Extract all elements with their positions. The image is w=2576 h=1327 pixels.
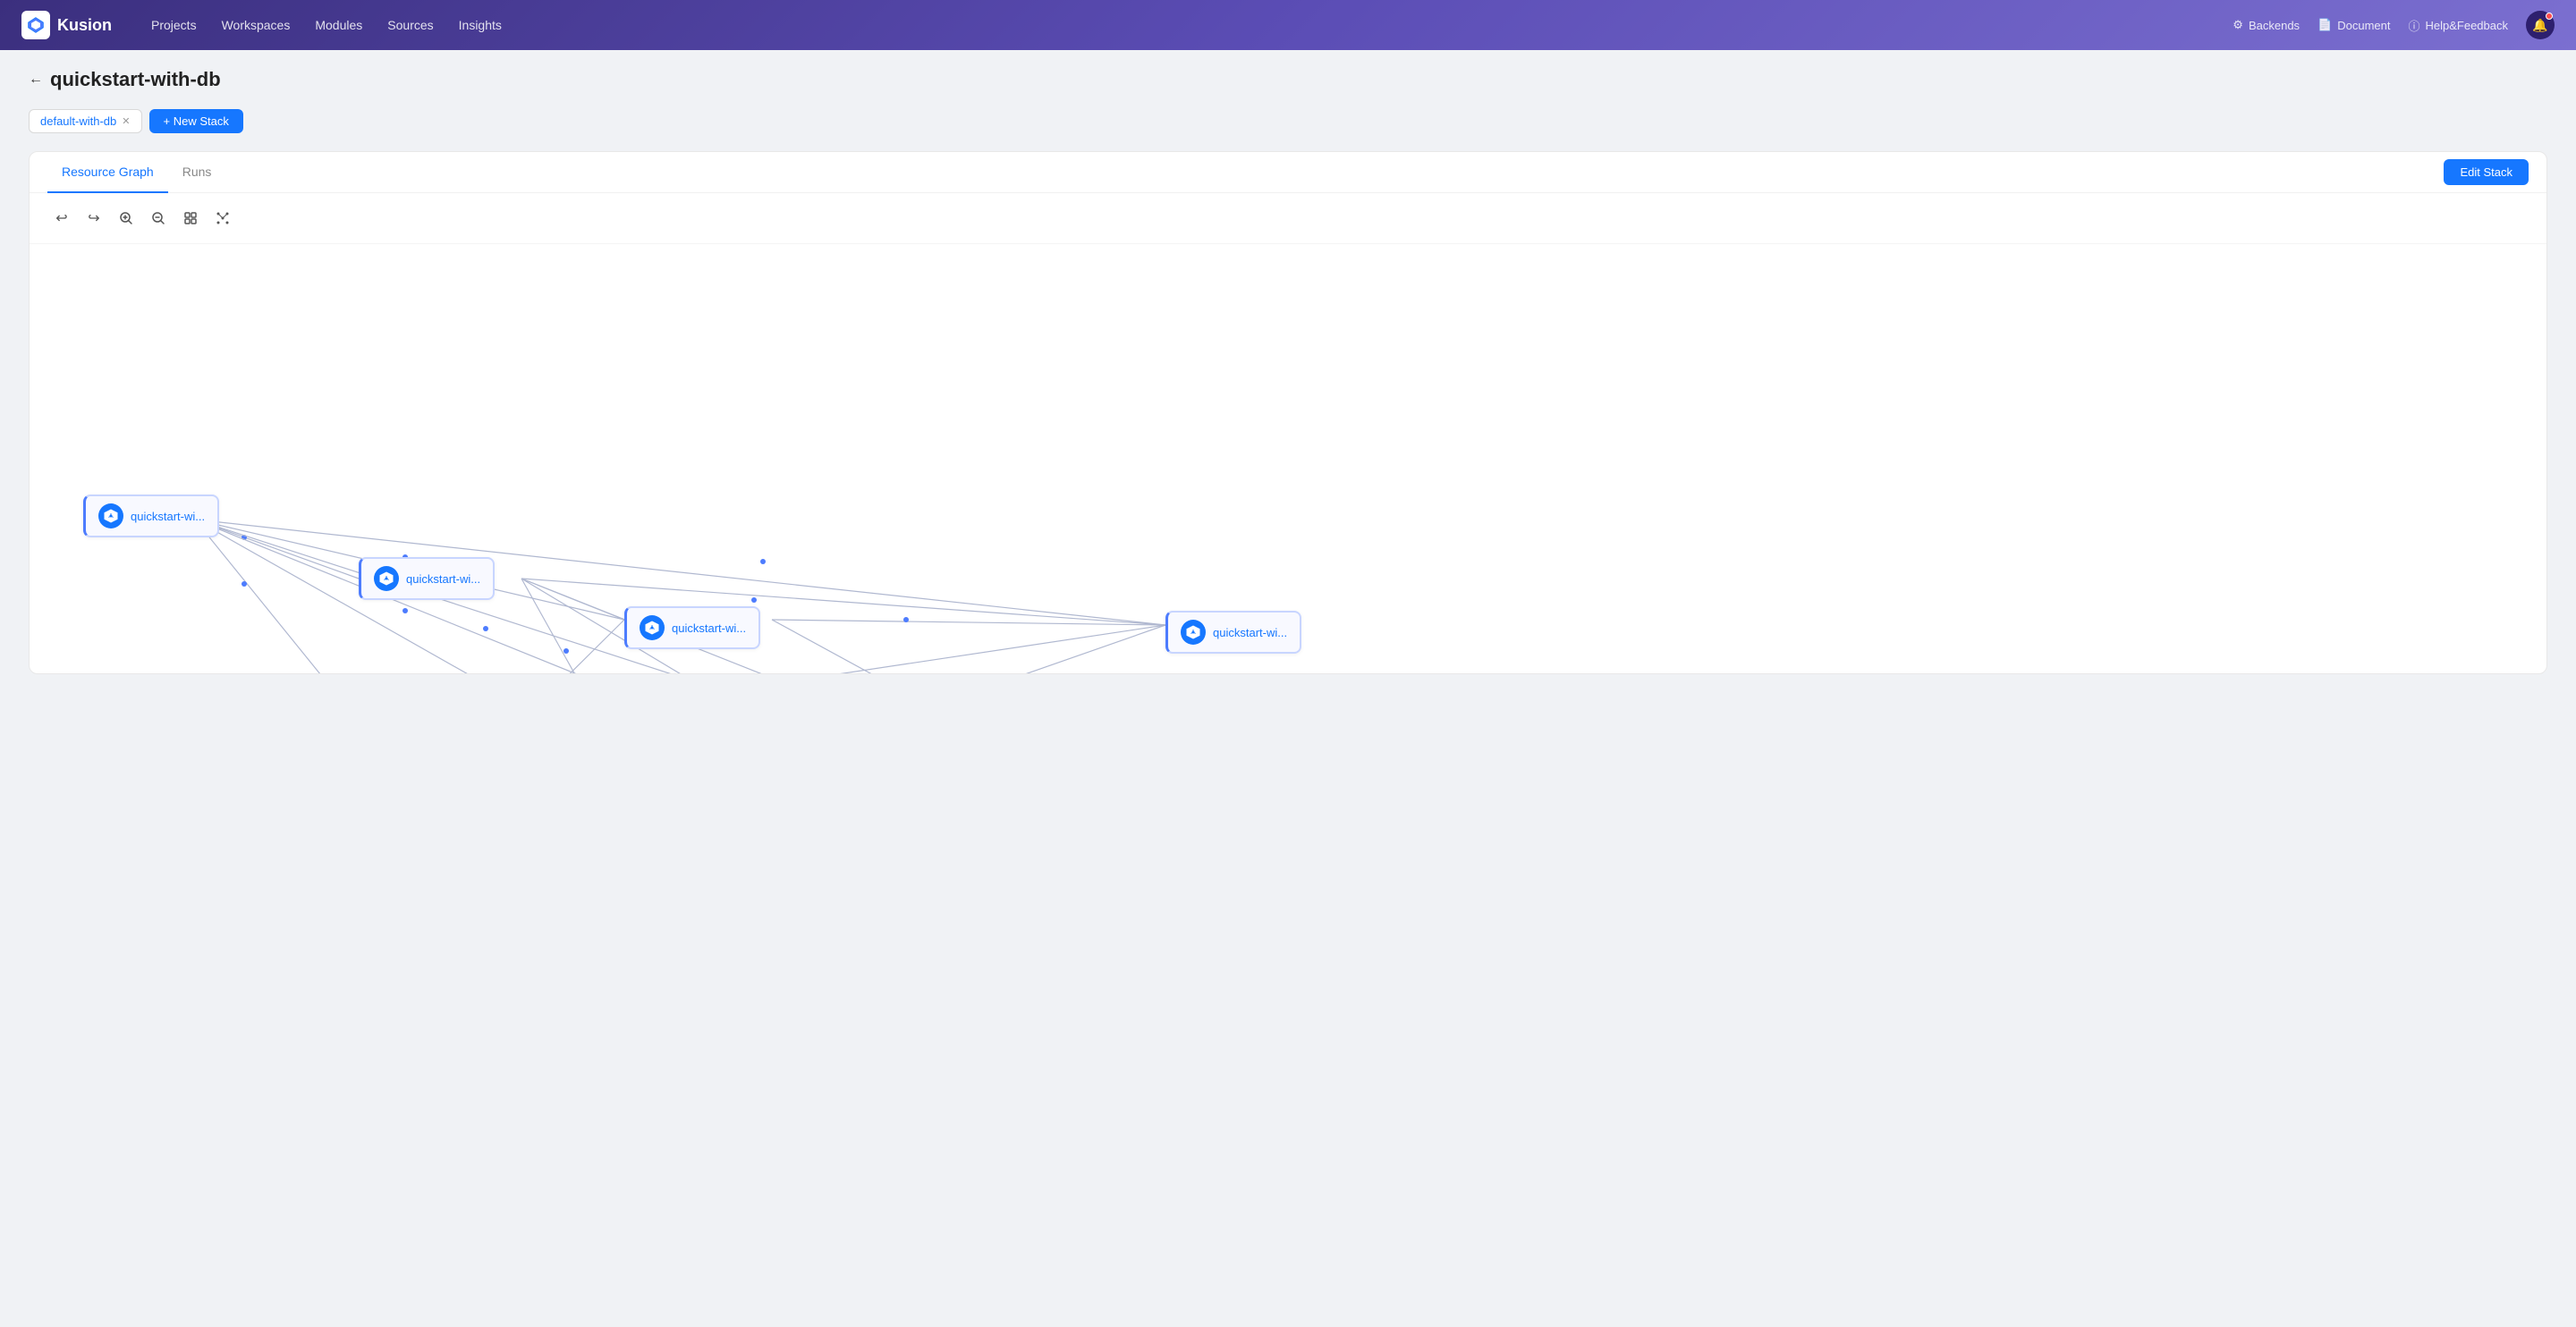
- nav-projects[interactable]: Projects: [140, 13, 208, 38]
- zoom-out-button[interactable]: [144, 204, 173, 232]
- k8s-icon-2: [374, 566, 399, 591]
- node-2[interactable]: quickstart-wi...: [359, 557, 495, 600]
- tab-runs[interactable]: Runs: [168, 152, 226, 193]
- graph-tabs: Resource Graph Runs: [47, 152, 225, 192]
- undo-button[interactable]: ↩: [47, 204, 76, 232]
- back-button[interactable]: ←: [29, 72, 43, 88]
- layout-button[interactable]: [208, 204, 237, 232]
- backends-label: Backends: [2249, 19, 2300, 32]
- help-icon: ⓘ: [2408, 17, 2419, 34]
- logo-diamond: [21, 11, 50, 39]
- logo-link[interactable]: Kusion: [21, 11, 112, 39]
- help-label: Help&Feedback: [2426, 19, 2509, 32]
- new-stack-button[interactable]: + New Stack: [149, 109, 243, 133]
- document-icon: 📄: [2318, 18, 2332, 32]
- node-7-label: quickstart-wi...: [1213, 626, 1287, 639]
- zoom-in-button[interactable]: [112, 204, 140, 232]
- stack-tab-close[interactable]: ✕: [122, 115, 130, 127]
- stack-tab-label: default-with-db: [40, 114, 116, 128]
- node-1[interactable]: quickstart-wi...: [83, 494, 219, 537]
- help-btn[interactable]: ⓘ Help&Feedback: [2408, 17, 2508, 34]
- k8s-icon-7: [1181, 620, 1206, 645]
- page-content: ← quickstart-with-db default-with-db ✕ +…: [0, 50, 2576, 692]
- document-label: Document: [2337, 19, 2390, 32]
- graph-container: Resource Graph Runs Edit Stack ↩ ↪: [29, 151, 2547, 674]
- nav-insights[interactable]: Insights: [448, 13, 513, 38]
- node-4[interactable]: quickstart-wi...: [624, 606, 760, 649]
- avatar-icon: 🔔: [2532, 18, 2547, 33]
- navbar: Kusion Projects Workspaces Modules Sourc…: [0, 0, 2576, 50]
- nav-modules[interactable]: Modules: [304, 13, 373, 38]
- stack-tab-default[interactable]: default-with-db ✕: [29, 109, 142, 133]
- graph-header: Resource Graph Runs Edit Stack: [30, 152, 2546, 193]
- user-avatar[interactable]: 🔔: [2526, 11, 2555, 39]
- backends-icon: ⚙: [2233, 18, 2243, 32]
- nav-workspaces[interactable]: Workspaces: [211, 13, 301, 38]
- graph-canvas: quickstart-wi... quickstart-wi... quicks…: [30, 244, 2546, 673]
- back-row: ← quickstart-with-db: [29, 68, 2547, 91]
- node-7[interactable]: quickstart-wi...: [1165, 611, 1301, 654]
- node-2-label: quickstart-wi...: [406, 572, 480, 586]
- connections-svg: [30, 244, 2546, 673]
- nav-sources[interactable]: Sources: [377, 13, 444, 38]
- page-title: quickstart-with-db: [50, 68, 221, 91]
- node-4-label: quickstart-wi...: [672, 621, 746, 635]
- edit-stack-button[interactable]: Edit Stack: [2444, 159, 2529, 185]
- logo-text: Kusion: [57, 16, 112, 35]
- redo-button[interactable]: ↪: [80, 204, 108, 232]
- tab-resource-graph[interactable]: Resource Graph: [47, 152, 168, 193]
- fit-button[interactable]: [176, 204, 205, 232]
- k8s-icon-4: [640, 615, 665, 640]
- backends-btn[interactable]: ⚙ Backends: [2233, 18, 2300, 32]
- notification-dot: [2546, 13, 2553, 20]
- stack-tabs: default-with-db ✕ + New Stack: [29, 109, 2547, 133]
- document-btn[interactable]: 📄 Document: [2318, 18, 2390, 32]
- navbar-right: ⚙ Backends 📄 Document ⓘ Help&Feedback 🔔: [2233, 11, 2555, 39]
- k8s-icon-1: [98, 503, 123, 528]
- graph-toolbar: ↩ ↪: [30, 193, 2546, 244]
- navbar-nav: Projects Workspaces Modules Sources Insi…: [140, 13, 2204, 38]
- node-1-label: quickstart-wi...: [131, 510, 205, 523]
